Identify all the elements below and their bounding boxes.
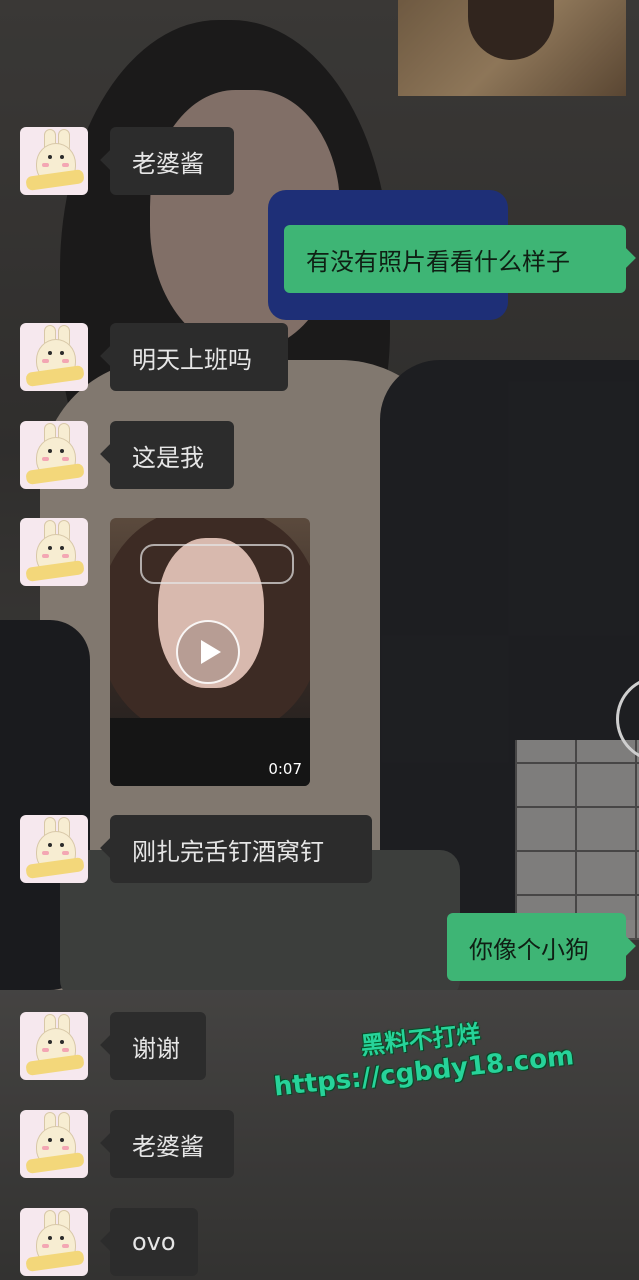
contact-avatar[interactable]: [20, 323, 88, 391]
contact-avatar[interactable]: [20, 127, 88, 195]
message-bubble[interactable]: ovo: [110, 1208, 198, 1276]
message-bubble[interactable]: 老婆酱: [110, 1110, 234, 1178]
message-bubble[interactable]: 老婆酱: [110, 127, 234, 195]
contact-avatar[interactable]: [20, 1110, 88, 1178]
contact-avatar[interactable]: [20, 421, 88, 489]
message-bubble[interactable]: 这是我: [110, 421, 234, 489]
play-icon[interactable]: [176, 620, 240, 684]
video-duration: 0:07: [268, 760, 302, 778]
contact-avatar[interactable]: [20, 1208, 88, 1276]
contact-avatar[interactable]: [20, 518, 88, 586]
message-bubble[interactable]: 明天上班吗: [110, 323, 288, 391]
message-bubble-outgoing[interactable]: 有没有照片看看什么样子: [284, 225, 626, 293]
video-message[interactable]: 0:07: [110, 518, 310, 786]
message-bubble[interactable]: 谢谢: [110, 1012, 206, 1080]
contact-avatar[interactable]: [20, 1012, 88, 1080]
message-bubble[interactable]: 刚扎完舌钉酒窝钉: [110, 815, 372, 883]
contact-avatar[interactable]: [20, 815, 88, 883]
message-bubble-outgoing[interactable]: 你像个小狗: [447, 913, 626, 981]
